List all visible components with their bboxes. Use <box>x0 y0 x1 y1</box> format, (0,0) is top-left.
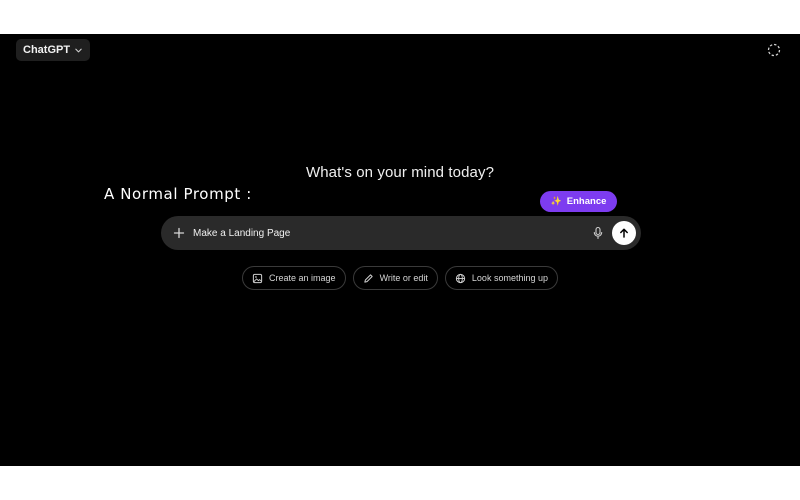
arrow-up-icon <box>620 228 628 238</box>
prompt-input[interactable] <box>193 224 573 242</box>
prompt-annotation-label: A Normal Prompt : <box>104 185 252 203</box>
microphone-icon[interactable] <box>592 226 604 240</box>
enhance-button[interactable]: ✨ Enhance <box>540 191 617 212</box>
chip-label: Create an image <box>269 273 336 283</box>
chevron-down-icon <box>75 48 82 52</box>
enhance-button-label: Enhance <box>566 196 607 207</box>
globe-icon <box>455 273 466 283</box>
chip-create-image[interactable]: Create an image <box>242 266 346 290</box>
chip-write-or-edit[interactable]: Write or edit <box>352 266 438 290</box>
model-selector-label: ChatGPT <box>23 44 71 56</box>
chip-look-something-up[interactable]: Look something up <box>444 266 558 290</box>
bottom-letterbox <box>0 466 800 500</box>
page-title: What's on your mind today? <box>305 164 495 181</box>
send-button[interactable] <box>612 221 636 245</box>
model-selector-button[interactable]: ChatGPT <box>16 39 91 61</box>
chip-label: Look something up <box>471 273 548 283</box>
top-letterbox <box>0 0 800 34</box>
chip-label: Write or edit <box>379 273 428 283</box>
suggestion-chips: Create an image Write or edit Look somet… <box>0 266 800 290</box>
chat-window: ChatGPT What's on your mind today? A Nor… <box>0 34 800 466</box>
sparkle-icon: ✨ <box>550 196 562 206</box>
pencil-icon <box>363 273 373 283</box>
dashed-circle-icon[interactable] <box>766 42 782 58</box>
prompt-composer <box>161 216 641 250</box>
plus-icon[interactable] <box>171 225 187 241</box>
image-icon <box>252 273 263 283</box>
